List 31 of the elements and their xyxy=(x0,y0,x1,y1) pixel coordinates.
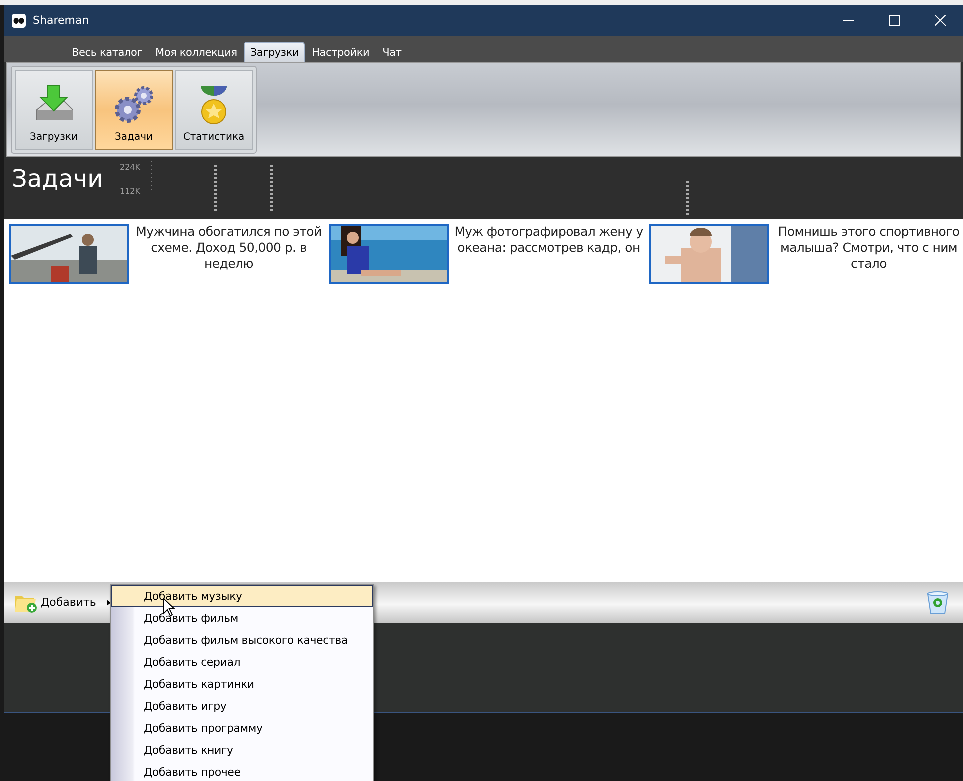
menu-item[interactable]: Добавить фильм высокого качества xyxy=(111,629,373,651)
menu-item[interactable]: Добавить сериал xyxy=(111,651,373,673)
maximize-icon xyxy=(888,15,900,26)
ribbon-button[interactable]: Задачи xyxy=(95,70,173,150)
ribbon-button[interactable]: Загрузки xyxy=(15,70,93,150)
menu-item[interactable]: Добавить картинки xyxy=(111,673,373,695)
menu-item[interactable]: Добавить книгу xyxy=(111,739,373,761)
tab[interactable]: Загрузки xyxy=(244,42,306,62)
menu-item[interactable]: Добавить прочее xyxy=(111,761,373,781)
close-icon xyxy=(934,15,946,26)
menu-item[interactable]: Добавить музыку xyxy=(111,585,373,607)
ribbon-button[interactable]: Статистика xyxy=(175,70,253,150)
section-title: Задачи xyxy=(12,165,104,193)
tab[interactable]: Чат xyxy=(376,42,408,62)
tab[interactable]: Моя коллекция xyxy=(150,42,244,62)
app-logo-icon xyxy=(12,14,26,28)
gears-icon xyxy=(113,84,155,126)
tab[interactable]: Настройки xyxy=(306,42,376,62)
menu-item[interactable]: Добавить игру xyxy=(111,695,373,717)
axis-label: 112K xyxy=(120,187,141,196)
menu-item[interactable]: Добавить программу xyxy=(111,717,373,739)
ad-headline[interactable]: Помнишь этого спортивного малыша? Смотри, что с ним стало xyxy=(769,224,963,284)
axis-label: 224K xyxy=(120,163,141,172)
ad-headline[interactable]: Мужчина обогатился по этой схеме. Доход 50,000 р. в неделю xyxy=(129,224,329,284)
ad-headline[interactable]: Муж фотографировал жену у океана: рассмотрев кадр, он xyxy=(449,224,649,284)
recycle-bin-icon[interactable] xyxy=(927,590,949,614)
add-button[interactable]: Добавить xyxy=(14,592,112,614)
menu-item[interactable]: Добавить фильм xyxy=(111,607,373,629)
window-title: Shareman xyxy=(33,14,90,27)
submenu-arrow-icon xyxy=(107,600,112,606)
tab[interactable]: Весь каталог xyxy=(66,42,149,62)
